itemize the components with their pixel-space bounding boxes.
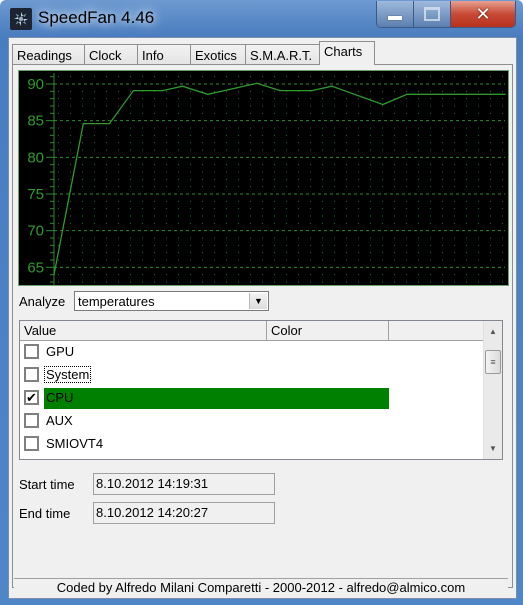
- chart-svg: 90 85 80 75 70 65: [27, 73, 506, 285]
- scroll-up-button[interactable]: ▲: [484, 323, 502, 340]
- list-rows: GPU System ✔ CPU AUX SMIOVT4: [20, 341, 484, 456]
- column-header-blank[interactable]: [389, 321, 484, 340]
- list-header: Value Color: [20, 321, 484, 341]
- tab-clock[interactable]: Clock: [84, 44, 138, 65]
- data-point: [82, 123, 84, 125]
- data-point: [181, 85, 184, 87]
- checkbox-aux[interactable]: [24, 413, 39, 428]
- chevron-down-icon: ▼: [254, 296, 263, 306]
- y-tick-label: 80: [27, 149, 44, 166]
- data-point: [207, 93, 209, 95]
- maximize-button[interactable]: [414, 1, 451, 27]
- check-icon: ✔: [26, 390, 37, 405]
- data-point: [331, 85, 333, 87]
- minimize-button[interactable]: [377, 1, 414, 27]
- checkbox-smiovt4[interactable]: [24, 436, 39, 451]
- list-item[interactable]: ✔ CPU: [20, 387, 484, 410]
- column-header-value[interactable]: Value: [20, 321, 267, 340]
- list-item[interactable]: System: [20, 364, 484, 387]
- dropdown-arrow-button[interactable]: ▼: [249, 293, 267, 309]
- fan-icon: [10, 8, 32, 30]
- data-point: [311, 90, 313, 92]
- arrow-up-icon: ▲: [489, 327, 497, 336]
- checkbox-gpu[interactable]: [24, 344, 39, 359]
- window-title: SpeedFan 4.46: [38, 8, 155, 27]
- checkbox-system[interactable]: [24, 367, 39, 382]
- grip-icon: ≡: [490, 357, 496, 367]
- analyze-selected-value: temperatures: [78, 294, 155, 309]
- y-tick-label: 90: [27, 76, 44, 93]
- start-time-field[interactable]: 8.10.2012 14:19:31: [93, 473, 275, 495]
- series-line-cpu: [53, 82, 505, 275]
- maximize-icon: [424, 7, 440, 21]
- scroll-down-button[interactable]: ▼: [484, 440, 502, 457]
- tab-smart[interactable]: S.M.A.R.T.: [245, 44, 320, 65]
- close-icon: ✕: [475, 3, 491, 25]
- tab-readings[interactable]: Readings: [12, 44, 85, 65]
- analyze-select[interactable]: temperatures ▼: [74, 291, 269, 311]
- data-point: [406, 93, 408, 95]
- y-tick-label: 85: [27, 113, 44, 130]
- data-point: [162, 90, 164, 92]
- tab-info[interactable]: Info: [137, 44, 191, 65]
- tab-strip: Readings Clock Info Exotics S.M.A.R.T. C…: [12, 41, 375, 65]
- y-tick-label: 65: [27, 259, 44, 276]
- client-area: Readings Clock Info Exotics S.M.A.R.T. C…: [8, 37, 517, 599]
- arrow-down-icon: ▼: [489, 444, 497, 453]
- column-header-color[interactable]: Color: [267, 321, 389, 340]
- data-point: [279, 90, 281, 92]
- y-tick-label: 70: [27, 223, 44, 240]
- data-point: [53, 274, 55, 276]
- vertical-scrollbar[interactable]: ▲ ≡ ▼: [483, 321, 502, 459]
- close-button[interactable]: ✕: [451, 1, 515, 27]
- item-label: CPU: [46, 390, 74, 405]
- list-item[interactable]: AUX: [20, 410, 484, 433]
- temperature-chart: 90 85 80 75 70 65: [18, 70, 509, 286]
- start-time-label: Start time: [19, 477, 75, 492]
- speedfan-window: SpeedFan 4.46 ✕ Readings Clock Info Exot…: [0, 0, 523, 605]
- end-time-field[interactable]: 8.10.2012 14:20:27: [93, 502, 275, 524]
- footer-credit: Coded by Alfredo Milani Comparetti - 200…: [56, 580, 466, 595]
- end-time-label: End time: [19, 506, 71, 521]
- data-point: [132, 90, 134, 92]
- data-point: [504, 93, 506, 95]
- charts-panel: 90 85 80 75 70 65 Analyze temperatures ▼ Valu…: [12, 64, 513, 588]
- minimize-icon: [388, 16, 402, 20]
- list-item[interactable]: SMIOVT4: [20, 433, 484, 456]
- status-bar: Coded by Alfredo Milani Comparetti - 200…: [14, 578, 508, 597]
- item-label: System: [43, 366, 92, 383]
- sensor-list[interactable]: Value Color GPU System ✔ CPU AUX SMIOVT4…: [19, 320, 503, 460]
- data-point: [256, 82, 258, 84]
- checkbox-cpu[interactable]: ✔: [24, 390, 39, 405]
- tab-charts[interactable]: Charts: [319, 41, 375, 65]
- tab-exotics[interactable]: Exotics: [190, 44, 246, 65]
- item-label: SMIOVT4: [46, 436, 104, 451]
- caption-buttons: ✕: [376, 1, 516, 28]
- data-point: [108, 123, 111, 125]
- list-item[interactable]: GPU: [20, 341, 484, 364]
- color-swatch: [44, 388, 389, 409]
- item-label: GPU: [46, 344, 75, 359]
- data-point: [382, 103, 384, 106]
- analyze-label: Analyze: [19, 294, 66, 309]
- title-bar[interactable]: SpeedFan 4.46 ✕: [0, 0, 523, 36]
- scroll-thumb[interactable]: ≡: [485, 350, 501, 374]
- item-label: AUX: [46, 413, 73, 428]
- y-tick-label: 75: [27, 186, 44, 203]
